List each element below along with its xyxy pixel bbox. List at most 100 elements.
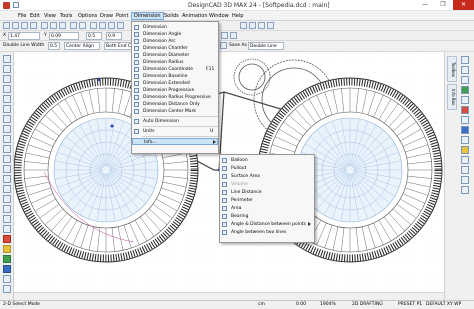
zoom-in-icon[interactable] (90, 22, 97, 29)
submenu-item-line-distance[interactable]: Line Distance (220, 189, 314, 196)
close-button[interactable]: ✕ (453, 0, 474, 10)
minimize-button[interactable]: — (416, 0, 434, 10)
panel-tool-icon[interactable] (461, 176, 469, 184)
panel-tool-icon[interactable] (461, 136, 469, 144)
menu-item-dimension-arc[interactable]: Dimension Arc (132, 38, 218, 45)
measure-tool-icon[interactable] (3, 275, 11, 283)
panel-tool-icon[interactable] (461, 126, 469, 134)
panel-tool-icon[interactable] (461, 146, 469, 154)
submenu-item-balloon[interactable]: Balloon (220, 157, 314, 164)
panel-tool-icon[interactable] (461, 156, 469, 164)
quick-access-icon[interactable] (13, 2, 19, 8)
circle-tool-icon[interactable] (3, 95, 11, 103)
menu-dimension[interactable]: Dimension (131, 12, 164, 20)
panel-tool-icon[interactable] (461, 56, 469, 64)
angle-lock-icon[interactable] (230, 32, 237, 39)
dimension-tool-icon[interactable] (3, 135, 11, 143)
save-as-icon[interactable] (220, 42, 227, 49)
zoom-out-icon[interactable] (99, 22, 106, 29)
menu-animation[interactable]: Animation (180, 12, 210, 20)
menu-solids[interactable]: Solids (162, 12, 181, 20)
offset-tool-icon[interactable] (3, 225, 11, 233)
panel-tool-icon[interactable] (461, 76, 469, 84)
menu-item-dimension-baseline[interactable]: Dimension Baseline (132, 73, 218, 80)
menu-item-info[interactable]: Info... (132, 138, 218, 145)
submenu-item-angle-two-lines[interactable]: Angle between two lines (220, 229, 314, 236)
menu-item-dimension-center-mark[interactable]: Dimension Center Mark (132, 108, 218, 115)
maximize-button[interactable]: ❐ (434, 0, 452, 10)
app-icon[interactable] (3, 2, 10, 9)
horizontal-scrollbar[interactable] (14, 292, 444, 300)
menu-options[interactable]: Options (76, 12, 99, 20)
erase-tool-icon[interactable] (3, 235, 11, 243)
line-type-select[interactable]: Double Line (248, 42, 284, 50)
ortho-icon[interactable] (221, 32, 228, 39)
menu-item-dimension-diameter[interactable]: Dimension Diameter (132, 52, 218, 59)
select-arrow-icon[interactable] (3, 55, 11, 63)
panel-tool-icon[interactable] (461, 186, 469, 194)
panel-tool-icon[interactable] (461, 166, 469, 174)
paste-icon[interactable] (59, 22, 66, 29)
submenu-item-surface-area[interactable]: Surface Area (220, 173, 314, 180)
panel-tool-icon[interactable] (461, 66, 469, 74)
submenu-item-pullout[interactable]: Pullout (220, 165, 314, 172)
end-cap-select[interactable]: Both End Ca (104, 42, 132, 50)
open-file-icon[interactable] (12, 22, 19, 29)
submenu-item-angle-distance[interactable]: Angle & Distance between points (220, 221, 314, 228)
menu-item-dimension-angle[interactable]: Dimension Angle (132, 31, 218, 38)
menu-item-dimension-radius-progressive[interactable]: Dimension Radius Progressive (132, 94, 218, 101)
print-icon[interactable] (30, 22, 37, 29)
menu-item-dimension-radius[interactable]: Dimension Radius (132, 59, 218, 66)
menu-item-dimension-distance-only[interactable]: Dimension Distance Only (132, 101, 218, 108)
panel-tool-icon[interactable] (461, 116, 469, 124)
submenu-item-area[interactable]: Area (220, 205, 314, 212)
coord-x-field[interactable]: 1.47 (8, 32, 40, 40)
menu-item-auto-dimension[interactable]: Auto Dimension (132, 118, 218, 125)
line-width-field[interactable]: 0.5 (48, 42, 60, 50)
panel-tool-icon[interactable] (461, 106, 469, 114)
panel-tool-icon[interactable] (461, 96, 469, 104)
menu-help[interactable]: Help (230, 12, 245, 20)
menu-draw[interactable]: Draw (98, 12, 115, 20)
menu-item-dimension-progressive[interactable]: Dimension Progressive (132, 87, 218, 94)
align-select[interactable]: Center Align (64, 42, 100, 50)
polyline-tool-icon[interactable] (3, 75, 11, 83)
submenu-item-volume[interactable]: Volume (220, 181, 314, 188)
text-tool-icon[interactable] (3, 125, 11, 133)
move-tool-icon[interactable] (3, 155, 11, 163)
menu-item-dimension-extended[interactable]: Dimension Extended (132, 80, 218, 87)
layers-tool-icon[interactable] (3, 285, 11, 293)
menu-item-dimension-coordinate[interactable]: Dimension Coordinate F11 (132, 66, 218, 73)
menu-edit[interactable]: Edit (28, 12, 42, 20)
submenu-item-bearing[interactable]: Bearing (220, 213, 314, 220)
scale-tool-icon[interactable] (3, 175, 11, 183)
menu-view[interactable]: View (42, 12, 58, 20)
mirror-tool-icon[interactable] (3, 185, 11, 193)
size-b-field[interactable]: 0.9 (106, 32, 122, 40)
line-tool-icon[interactable] (3, 65, 11, 73)
redraw-icon[interactable] (117, 22, 124, 29)
menu-item-units[interactable]: Units U (132, 128, 218, 135)
copy-icon[interactable] (50, 22, 57, 29)
trim-tool-icon[interactable] (3, 195, 11, 203)
fillet-tool-icon[interactable] (3, 215, 11, 223)
render-tool-icon[interactable] (3, 265, 11, 273)
rectangle-tool-icon[interactable] (3, 85, 11, 93)
menu-item-dimension[interactable]: Dimension (132, 24, 218, 31)
extend-tool-icon[interactable] (3, 205, 11, 213)
save-icon[interactable] (21, 22, 28, 29)
save-as-label[interactable]: Save As (229, 43, 247, 48)
submenu-item-perimeter[interactable]: Perimeter (220, 197, 314, 204)
toolbox-tab[interactable]: Toolbox (447, 56, 457, 82)
menu-item-dimension-chamfer[interactable]: Dimension Chamfer (132, 45, 218, 52)
grid-icon[interactable] (249, 22, 256, 29)
cut-icon[interactable] (41, 22, 48, 29)
menu-file[interactable]: File (16, 12, 28, 20)
layer-icon[interactable] (267, 22, 274, 29)
arc-tool-icon[interactable] (3, 105, 11, 113)
menu-point[interactable]: Point (114, 12, 130, 20)
new-file-icon[interactable] (3, 22, 10, 29)
menu-tools[interactable]: Tools (58, 12, 74, 20)
view-icon[interactable] (240, 22, 247, 29)
solid-tool-icon[interactable] (3, 255, 11, 263)
